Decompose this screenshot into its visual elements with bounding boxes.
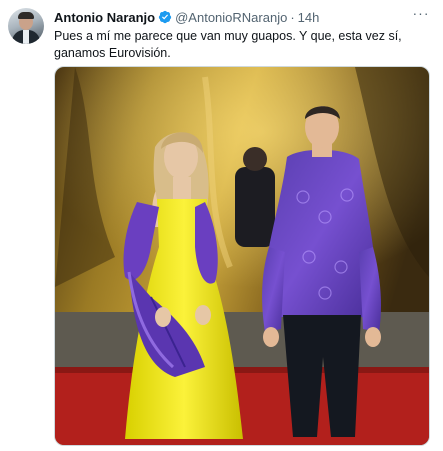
tweet-header: Antonio Naranjo @AntonioRNaranjo · 14h [54, 9, 319, 25]
tweet-text: Pues a mí me parece que van muy guapos. … [54, 29, 402, 60]
tweet-photo[interactable] [54, 66, 430, 446]
verified-badge-icon [158, 10, 172, 24]
more-options-icon[interactable]: ··· [411, 6, 431, 23]
avatar-hair [18, 12, 34, 19]
avatar[interactable] [8, 8, 44, 44]
separator-dot: · [290, 9, 295, 25]
tweet[interactable]: Antonio Naranjo @AntonioRNaranjo · 14h ·… [0, 0, 443, 451]
timestamp[interactable]: 14h [298, 10, 320, 25]
author-handle[interactable]: @AntonioRNaranjo [175, 10, 287, 25]
photo-scene [55, 67, 429, 445]
avatar-shirt [23, 30, 29, 44]
author-name[interactable]: Antonio Naranjo [54, 10, 155, 25]
